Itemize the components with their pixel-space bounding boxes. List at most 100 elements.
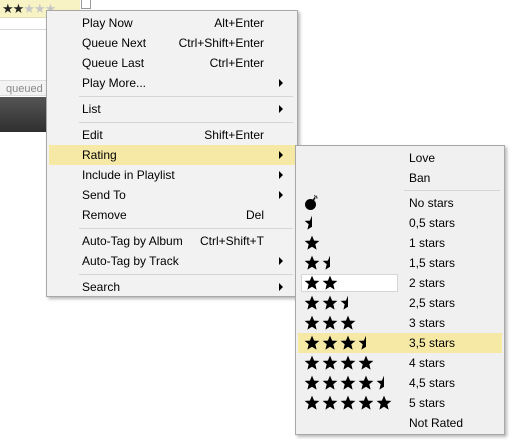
rating-option-label: 2,5 stars — [409, 296, 456, 310]
submenu-arrow-icon — [279, 191, 283, 199]
menu-separator — [79, 274, 293, 275]
menu-item-queue-next[interactable]: Queue Next Ctrl+Shift+Enter — [49, 33, 295, 53]
rating-option-label: 4 stars — [409, 356, 446, 370]
half-star-icon — [340, 295, 348, 310]
menu-item-shortcut: Alt+Enter — [214, 16, 264, 30]
queued-label: queued — [6, 83, 43, 95]
star-icon — [340, 355, 356, 370]
rating-option-2-5-stars[interactable]: 2,5 stars — [298, 293, 502, 313]
rating-option-label: Not Rated — [409, 416, 464, 430]
submenu-arrow-icon — [279, 151, 283, 159]
menu-item-label: Edit — [82, 128, 103, 142]
menu-separator — [404, 190, 500, 191]
menu-item-label: Auto-Tag by Album — [82, 234, 183, 248]
rating-option-label: 2 stars — [409, 276, 446, 290]
star-icon: ★★ — [2, 1, 24, 16]
rating-option-ban[interactable]: Ban — [298, 168, 502, 188]
star-icon — [322, 275, 338, 290]
star-icon — [304, 375, 320, 390]
rating-option-label: Love — [409, 151, 436, 165]
rating-option-no-stars[interactable]: No stars — [298, 193, 502, 213]
submenu-arrow-icon — [279, 171, 283, 179]
divider — [0, 29, 50, 30]
half-star-icon — [358, 335, 366, 350]
menu-item-shortcut: Del — [245, 208, 264, 222]
menu-item-auto-tag-by-album[interactable]: Auto-Tag by Album Ctrl+Shift+T — [49, 231, 295, 251]
rating-option-1-stars[interactable]: 1 stars — [298, 233, 502, 253]
menu-item-play-now[interactable]: Play Now Alt+Enter — [49, 13, 295, 33]
rating-option-label: No stars — [409, 196, 454, 210]
half-star-icon — [322, 255, 330, 270]
menu-separator — [79, 122, 293, 123]
menu-item-remove[interactable]: Remove Del — [49, 205, 295, 225]
menu-item-send-to[interactable]: Send To — [49, 185, 295, 205]
star-rating-icons — [304, 294, 351, 312]
star-icon — [358, 375, 374, 390]
queued-status-cell: queued — [0, 80, 50, 96]
rating-option-0-5-stars[interactable]: 0,5 stars — [298, 213, 502, 233]
menu-item-include-in-playlist[interactable]: Include in Playlist — [49, 165, 295, 185]
star-icon — [322, 335, 338, 350]
submenu-arrow-icon — [279, 79, 283, 87]
star-rating-icons — [304, 214, 315, 232]
menu-item-shortcut: Ctrl+Shift+Enter — [178, 36, 264, 50]
star-icon — [358, 395, 374, 410]
menu-item-label: Play Now — [82, 16, 133, 30]
star-icon — [304, 255, 320, 270]
menu-item-auto-tag-by-track[interactable]: Auto-Tag by Track — [49, 251, 295, 271]
menu-item-label: Remove — [82, 208, 127, 222]
menu-item-play-more[interactable]: Play More... — [49, 73, 295, 93]
star-rating-icons — [304, 314, 358, 332]
star-icon — [322, 315, 338, 330]
rating-option-label: Ban — [409, 171, 431, 185]
half-star-icon — [376, 375, 384, 390]
star-icon — [304, 275, 320, 290]
menu-item-label: Rating — [82, 148, 117, 162]
menu-item-rating[interactable]: Rating — [49, 145, 295, 165]
star-icon — [358, 355, 374, 370]
rating-option-label: 1 stars — [409, 236, 446, 250]
star-icon — [304, 295, 320, 310]
star-rating-icons — [304, 354, 376, 372]
menu-item-search[interactable]: Search — [49, 277, 295, 297]
menu-item-label: Queue Next — [82, 36, 147, 50]
track-context-menu: Play Now Alt+Enter Queue Next Ctrl+Shift… — [46, 10, 298, 297]
rating-option-5-stars[interactable]: 5 stars — [298, 393, 502, 413]
star-icon — [322, 375, 338, 390]
menu-separator — [79, 96, 293, 97]
menu-item-edit[interactable]: Edit Shift+Enter — [49, 125, 295, 145]
rating-option-love[interactable]: Love — [298, 148, 502, 168]
star-icon — [340, 335, 356, 350]
star-icon — [322, 295, 338, 310]
rating-option-label: 3 stars — [409, 316, 446, 330]
bomb-icon — [304, 194, 320, 212]
rating-option-not-rated[interactable]: Not Rated — [298, 413, 502, 433]
rating-option-3-5-stars[interactable]: 3,5 stars — [298, 333, 502, 353]
menu-item-label: Auto-Tag by Track — [82, 254, 179, 268]
menu-item-shortcut: Shift+Enter — [204, 128, 264, 142]
star-rating-icons — [304, 334, 369, 352]
star-rating-icons — [304, 254, 333, 272]
menu-item-label: List — [82, 102, 101, 116]
submenu-arrow-icon — [279, 257, 283, 265]
star-icon — [340, 375, 356, 390]
rating-option-1-5-stars[interactable]: 1,5 stars — [298, 253, 502, 273]
menu-item-shortcut: Ctrl+Shift+T — [199, 234, 264, 248]
star-icon — [304, 355, 320, 370]
star-icon — [304, 235, 320, 250]
rating-option-4-5-stars[interactable]: 4,5 stars — [298, 373, 502, 393]
star-rating-icons — [304, 234, 322, 252]
rating-option-label: 4,5 stars — [409, 376, 456, 390]
star-icon — [322, 355, 338, 370]
menu-item-list[interactable]: List — [49, 99, 295, 119]
rating-option-2-stars[interactable]: 2 stars — [298, 273, 502, 293]
rating-option-4-stars[interactable]: 4 stars — [298, 353, 502, 373]
menu-item-shortcut: Ctrl+Enter — [209, 56, 264, 70]
dark-toolbar-fragment — [0, 97, 50, 132]
submenu-arrow-icon — [279, 105, 283, 113]
menu-separator — [79, 228, 293, 229]
rating-option-3-stars[interactable]: 3 stars — [298, 313, 502, 333]
menu-item-queue-last[interactable]: Queue Last Ctrl+Enter — [49, 53, 295, 73]
rating-option-label: 5 stars — [409, 396, 446, 410]
rating-submenu: Love Ban No stars 0,5 stars 1 stars 1,5 … — [295, 145, 505, 435]
